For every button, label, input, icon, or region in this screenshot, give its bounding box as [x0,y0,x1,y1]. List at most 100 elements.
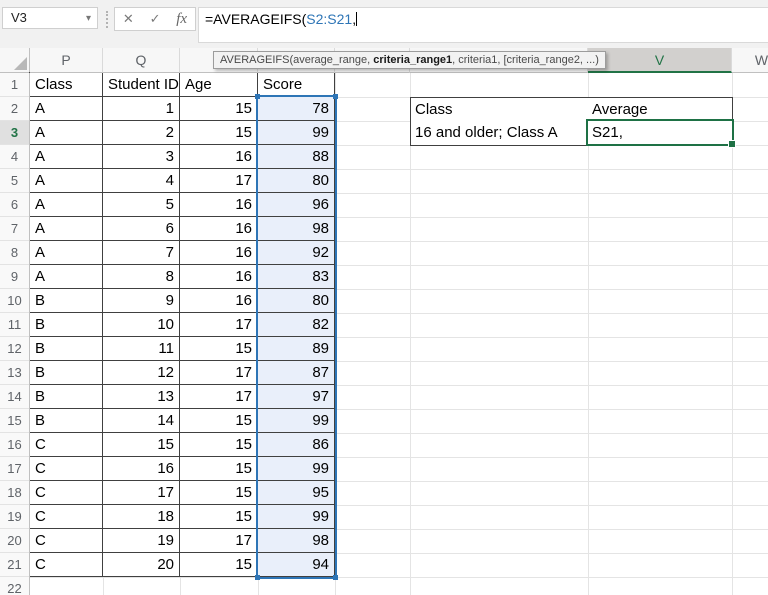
cell-P7[interactable]: A [30,217,103,241]
row-header-4[interactable]: 4 [0,145,29,169]
row-header-13[interactable]: 13 [0,361,29,385]
cell-S17[interactable]: 99 [258,457,335,481]
row-header-9[interactable]: 9 [0,265,29,289]
cell-Q1[interactable]: Student ID [103,73,180,97]
cell-Q18[interactable]: 17 [103,481,180,505]
cell-S21[interactable]: 94 [258,553,335,577]
cell-Q17[interactable]: 16 [103,457,180,481]
row-header-14[interactable]: 14 [0,385,29,409]
row-header-17[interactable]: 17 [0,457,29,481]
cancel-icon[interactable]: ✕ [123,11,134,27]
enter-icon[interactable]: ✓ [150,11,161,27]
cell-P3[interactable]: A [30,121,103,145]
cell-S15[interactable]: 99 [258,409,335,433]
cell-Q6[interactable]: 5 [103,193,180,217]
column-header-P[interactable]: P [30,48,103,73]
cell-R2[interactable]: 15 [180,97,258,121]
cell-Q7[interactable]: 6 [103,217,180,241]
cell-S10[interactable]: 80 [258,289,335,313]
column-header-V[interactable]: V [588,48,732,73]
cell-P11[interactable]: B [30,313,103,337]
column-header-Q[interactable]: Q [103,48,180,73]
cell-P13[interactable]: B [30,361,103,385]
cell-S14[interactable]: 97 [258,385,335,409]
cell-P20[interactable]: C [30,529,103,553]
cell-R9[interactable]: 16 [180,265,258,289]
cell-Q9[interactable]: 8 [103,265,180,289]
cell-P21[interactable]: C [30,553,103,577]
cell-Q3[interactable]: 2 [103,121,180,145]
cell-P17[interactable]: C [30,457,103,481]
cell-R21[interactable]: 15 [180,553,258,577]
cell-Q11[interactable]: 10 [103,313,180,337]
cell-S16[interactable]: 86 [258,433,335,457]
cell-R15[interactable]: 15 [180,409,258,433]
cell-P16[interactable]: C [30,433,103,457]
cell-R17[interactable]: 15 [180,457,258,481]
cell-P14[interactable]: B [30,385,103,409]
cell-Q16[interactable]: 15 [103,433,180,457]
cell-P8[interactable]: A [30,241,103,265]
cell-R20[interactable]: 17 [180,529,258,553]
row-header-12[interactable]: 12 [0,337,29,361]
cell-R13[interactable]: 17 [180,361,258,385]
cell-P5[interactable]: A [30,169,103,193]
formula-input[interactable]: =AVERAGEIFS(S2:S21, [198,7,768,43]
cell-R16[interactable]: 15 [180,433,258,457]
name-box[interactable]: V3 ▾ [2,7,98,29]
cell-R19[interactable]: 15 [180,505,258,529]
cell-S9[interactable]: 83 [258,265,335,289]
cell-R5[interactable]: 17 [180,169,258,193]
row-header-19[interactable]: 19 [0,505,29,529]
cell-R18[interactable]: 15 [180,481,258,505]
cell-Q14[interactable]: 13 [103,385,180,409]
cell-Q15[interactable]: 14 [103,409,180,433]
cell-Q4[interactable]: 3 [103,145,180,169]
select-all-corner[interactable] [0,48,30,73]
cell-Q2[interactable]: 1 [103,97,180,121]
cell-Q21[interactable]: 20 [103,553,180,577]
cell-Q19[interactable]: 18 [103,505,180,529]
row-header-11[interactable]: 11 [0,313,29,337]
cell-S19[interactable]: 99 [258,505,335,529]
row-header-15[interactable]: 15 [0,409,29,433]
row-header-18[interactable]: 18 [0,481,29,505]
cell-U2[interactable]: Class [410,97,589,122]
cell-Q20[interactable]: 19 [103,529,180,553]
cell-S11[interactable]: 82 [258,313,335,337]
cell-S8[interactable]: 92 [258,241,335,265]
cell-P12[interactable]: B [30,337,103,361]
cell-P18[interactable]: C [30,481,103,505]
row-header-2[interactable]: 2 [0,97,29,121]
insert-function-icon[interactable]: fx [176,11,187,28]
row-header-10[interactable]: 10 [0,289,29,313]
fill-handle[interactable] [728,140,736,148]
cell-S13[interactable]: 87 [258,361,335,385]
cell-S20[interactable]: 98 [258,529,335,553]
cell-R7[interactable]: 16 [180,217,258,241]
cell-R1[interactable]: Age [180,73,258,97]
cell-R3[interactable]: 15 [180,121,258,145]
cell-P19[interactable]: C [30,505,103,529]
chevron-down-icon[interactable]: ▾ [86,9,91,29]
cell-R11[interactable]: 17 [180,313,258,337]
cell-P1[interactable]: Class [30,73,103,97]
cell-S2[interactable]: 78 [258,97,335,121]
cell-Q8[interactable]: 7 [103,241,180,265]
cell-Q5[interactable]: 4 [103,169,180,193]
cell-S5[interactable]: 80 [258,169,335,193]
cell-P9[interactable]: A [30,265,103,289]
cell-R10[interactable]: 16 [180,289,258,313]
cell-S12[interactable]: 89 [258,337,335,361]
cell-R6[interactable]: 16 [180,193,258,217]
row-header-20[interactable]: 20 [0,529,29,553]
cell-P10[interactable]: B [30,289,103,313]
cell-R14[interactable]: 17 [180,385,258,409]
row-header-21[interactable]: 21 [0,553,29,577]
row-header-1[interactable]: 1 [0,73,29,97]
cell-S18[interactable]: 95 [258,481,335,505]
cell-U3[interactable]: 16 and older; Class A [410,121,589,146]
row-header-5[interactable]: 5 [0,169,29,193]
cell-Q12[interactable]: 11 [103,337,180,361]
row-header-6[interactable]: 6 [0,193,29,217]
